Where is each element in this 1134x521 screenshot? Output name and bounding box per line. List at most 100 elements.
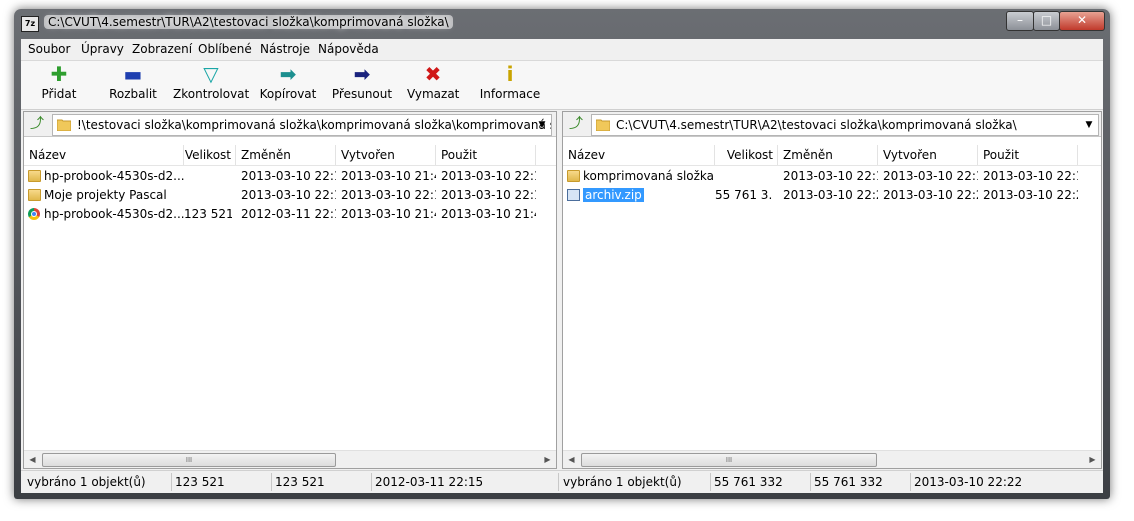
col-size[interactable]: Velikost <box>184 145 236 165</box>
status-separator <box>271 473 272 491</box>
close-button[interactable]: ✕ <box>1059 11 1105 31</box>
plus-icon: ✚ <box>50 62 68 86</box>
status-separator <box>710 473 711 491</box>
left-path: !\testovaci složka\komprimovaná složka\k… <box>77 118 552 132</box>
col-created[interactable]: Vytvořen <box>336 145 436 165</box>
test-button[interactable]: ▽ Zkontrolovat <box>173 63 249 107</box>
copy-button[interactable]: ➡ Kopírovat <box>257 63 319 107</box>
file-size: 55 761 3... <box>715 188 773 202</box>
table-row[interactable]: hp-probook-4530s-d2... 2013-03-10 22:15 … <box>24 167 556 186</box>
scroll-right-arrow-icon[interactable]: ▶ <box>539 451 556 468</box>
file-name: komprimovaná složka <box>583 169 715 183</box>
status-separator <box>171 473 172 491</box>
scroll-left-arrow-icon[interactable]: ◀ <box>24 451 41 468</box>
left-status-selected: vybráno 1 objekt(ů) <box>27 475 146 489</box>
file-modified: 2012-03-11 22:15 <box>241 207 336 221</box>
menu-upravy[interactable]: Úpravy <box>81 42 124 56</box>
title-bar[interactable]: 7z C:\CVUT\4.semestr\TUR\A2\testovaci sl… <box>14 9 1110 37</box>
maximize-button[interactable]: □ <box>1033 11 1060 31</box>
info-button[interactable]: i Informace <box>477 63 543 107</box>
scrollbar-thumb[interactable]: III <box>581 453 877 467</box>
left-horizontal-scrollbar[interactable]: ◀ III ▶ <box>24 450 556 468</box>
menu-nastroje[interactable]: Nástroje <box>260 42 310 56</box>
col-accessed[interactable]: Použit <box>436 145 536 165</box>
right-path-combobox[interactable]: C:\CVUT\4.semestr\TUR\A2\testovaci složk… <box>591 114 1099 136</box>
folder-icon <box>57 119 71 131</box>
table-row-selected[interactable]: archiv.zip 55 761 3... 2013-03-10 22:22 … <box>563 186 1101 205</box>
menu-soubor[interactable]: Soubor <box>28 42 70 56</box>
file-size <box>715 167 773 186</box>
minus-icon: ▬ <box>123 62 143 86</box>
file-name: archiv.zip <box>563 186 715 205</box>
table-row[interactable]: Moje projekty Pascal 2013-03-10 22:16 20… <box>24 186 556 205</box>
menu-oblibene[interactable]: Oblíbené <box>198 42 252 56</box>
left-status-date: 2012-03-11 22:15 <box>375 475 484 489</box>
move-label: Přesunout <box>331 87 393 101</box>
file-name: hp-probook-4530s-d2... <box>44 169 184 183</box>
left-status-packed: 123 521 <box>275 475 325 489</box>
menu-zobrazeni[interactable]: Zobrazení <box>132 42 192 56</box>
extract-label: Rozbalit <box>109 87 157 101</box>
right-horizontal-scrollbar[interactable]: ◀ III ▶ <box>563 450 1101 468</box>
file-accessed: 2013-03-10 22:16 <box>441 188 536 202</box>
file-modified: 2013-03-10 22:15 <box>783 169 878 183</box>
toolbar: ✚ Přidat ▬ Rozbalit ▽ Zkontrolovat ➡ Kop… <box>21 61 1103 110</box>
selected-file-name: archiv.zip <box>583 188 644 202</box>
file-accessed: 2013-03-10 22:22 <box>983 188 1078 202</box>
left-path-combobox[interactable]: !\testovaci složka\komprimovaná složka\k… <box>52 114 552 136</box>
col-accessed[interactable]: Použit <box>978 145 1078 165</box>
test-label: Zkontrolovat <box>173 87 250 101</box>
chevron-down-icon[interactable]: ▼ <box>1082 117 1096 133</box>
file-created: 2013-03-10 22:13 <box>341 188 436 202</box>
copy-arrow-icon: ➡ <box>279 62 297 86</box>
scroll-right-arrow-icon[interactable]: ▶ <box>1084 451 1101 468</box>
col-name[interactable]: Název <box>563 145 715 165</box>
move-arrow-icon: ➡ <box>353 62 371 86</box>
left-up-folder-icon[interactable]: ⤴ <box>27 115 47 133</box>
delete-label: Vymazat <box>407 87 460 101</box>
scrollbar-thumb[interactable]: III <box>42 453 336 467</box>
col-name[interactable]: Název <box>24 145 184 165</box>
col-modified[interactable]: Změněn <box>778 145 878 165</box>
table-row[interactable]: komprimovaná složka 2013-03-10 22:15 201… <box>563 167 1101 186</box>
right-status-date: 2013-03-10 22:22 <box>914 475 1023 489</box>
add-button[interactable]: ✚ Přidat <box>35 63 83 107</box>
col-created[interactable]: Vytvořen <box>878 145 978 165</box>
file-size: 123 521 <box>184 207 232 221</box>
status-separator <box>810 473 811 491</box>
window-title: C:\CVUT\4.semestr\TUR\A2\testovaci složk… <box>44 15 453 29</box>
file-modified: 2013-03-10 22:16 <box>241 188 336 202</box>
chevron-down-icon[interactable]: ▼ <box>535 117 549 133</box>
left-pane[interactable]: ⤴ !\testovaci složka\komprimovaná složka… <box>23 111 557 469</box>
col-modified[interactable]: Změněn <box>236 145 336 165</box>
file-created: 2013-03-10 21:48 <box>341 207 436 221</box>
file-modified: 2013-03-10 22:15 <box>241 169 336 183</box>
extract-button[interactable]: ▬ Rozbalit <box>107 63 159 107</box>
check-icon: ▽ <box>203 62 219 86</box>
info-label: Informace <box>479 87 541 101</box>
right-pane[interactable]: ⤴ C:\CVUT\4.semestr\TUR\A2\testovaci slo… <box>562 111 1102 469</box>
right-status-size: 55 761 332 <box>714 475 783 489</box>
file-created: 2013-03-10 21:48 <box>341 169 436 183</box>
add-label: Přidat <box>41 87 77 101</box>
7zip-app-icon[interactable]: 7z <box>21 16 39 32</box>
scroll-left-arrow-icon[interactable]: ◀ <box>563 451 580 468</box>
col-size[interactable]: Velikost <box>715 145 778 165</box>
file-size <box>184 186 232 205</box>
minimize-button[interactable]: – <box>1006 11 1034 31</box>
menu-napoveda[interactable]: Nápověda <box>318 42 379 56</box>
move-button[interactable]: ➡ Přesunout <box>330 63 394 107</box>
status-separator <box>371 473 372 491</box>
status-bar: vybráno 1 objekt(ů) 123 521 123 521 2012… <box>21 470 1103 493</box>
file-accessed: 2013-03-10 22:15 <box>441 169 536 183</box>
folder-icon <box>596 119 610 131</box>
file-created: 2013-03-10 22:22 <box>883 188 978 202</box>
table-row[interactable]: hp-probook-4530s-d2... 123 521 2012-03-1… <box>24 205 556 224</box>
copy-label: Kopírovat <box>259 87 317 101</box>
right-status-packed: 55 761 332 <box>814 475 883 489</box>
right-column-header: Název Velikost Změněn Vytvořen Použit <box>563 145 1101 166</box>
right-status-selected: vybráno 1 objekt(ů) <box>563 475 682 489</box>
delete-button[interactable]: ✖ Vymazat <box>407 63 459 107</box>
left-address-bar: ⤴ !\testovaci složka\komprimovaná složka… <box>24 112 556 137</box>
right-up-folder-icon[interactable]: ⤴ <box>566 115 586 133</box>
